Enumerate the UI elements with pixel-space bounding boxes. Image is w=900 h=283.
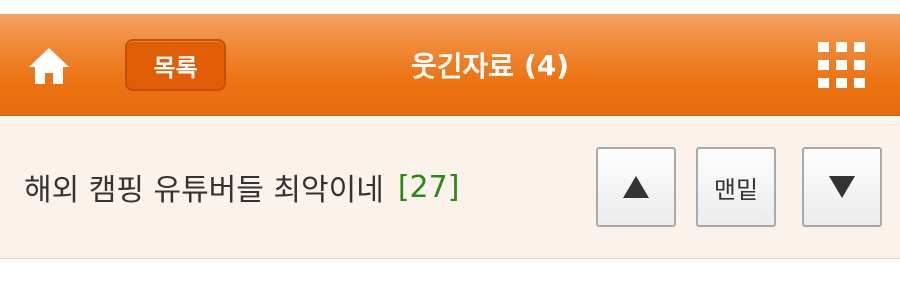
grid-menu-icon (818, 42, 865, 88)
comment-count: [27] (397, 169, 460, 205)
scroll-bottom-button[interactable]: 맨밑 (696, 147, 776, 227)
grid-menu-button[interactable] (816, 40, 868, 90)
board-page-count: (4) (523, 48, 570, 82)
content-area (0, 260, 900, 283)
home-icon (29, 48, 69, 84)
list-button[interactable]: 목록 (125, 39, 226, 91)
post-title[interactable]: 해외 캠핑 유튜버들 최악이네 [27] (24, 161, 459, 213)
board-title-text: 웃긴자료 (410, 50, 514, 83)
top-spacer (0, 0, 900, 14)
arrow-down-icon (829, 176, 855, 198)
scroll-down-button[interactable] (802, 147, 882, 227)
post-title-bar: 해외 캠핑 유튜버들 최악이네 [27] 맨밑 (0, 117, 900, 259)
post-title-text: 해외 캠핑 유튜버들 최악이네 (24, 173, 384, 208)
board-title: 웃긴자료 (4) (300, 39, 680, 91)
header-bar: 목록 웃긴자료 (4) (0, 14, 900, 116)
arrow-up-icon (623, 176, 649, 198)
home-button[interactable] (26, 44, 72, 88)
scroll-up-button[interactable] (596, 147, 676, 227)
